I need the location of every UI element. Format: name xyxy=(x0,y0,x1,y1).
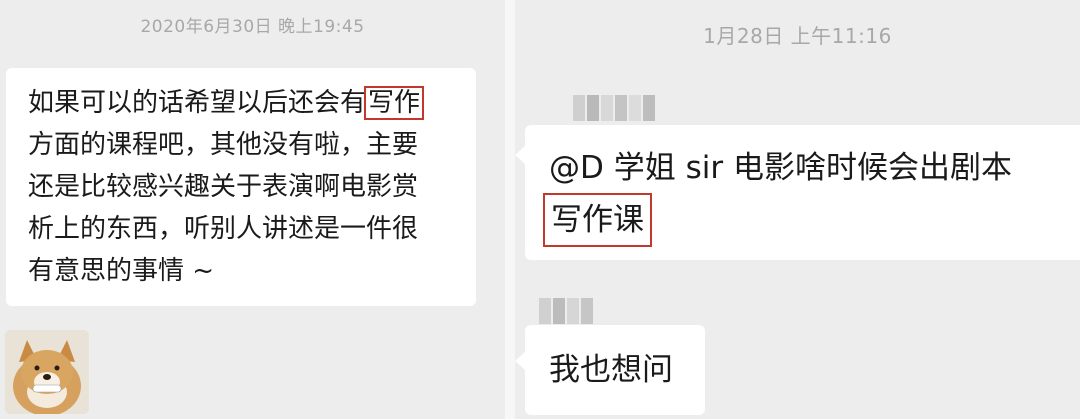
bubble-tail xyxy=(515,352,525,370)
left-message-bubble[interactable]: 如果可以的话希望以后还会有写作 方面的课程吧，其他没有啦，主要 还是比较感兴趣关… xyxy=(6,68,476,306)
right-message-bubble-1[interactable]: @D 学姐 sir 电影啥时候会出剧本 写作课 xyxy=(525,125,1080,260)
message-line-1: 如果可以的话希望以后还会有写作 xyxy=(28,82,476,124)
message-line-2: 方面的课程吧，其他没有啦，主要 xyxy=(28,130,419,160)
left-timestamp: 2020年6月30日 晚上19:45 xyxy=(140,17,365,37)
panel-divider xyxy=(505,0,515,419)
right-chat-panel: 1月28日 上午11:16 @D 学姐 sir 电影啥时候会出剧本 写作课 我也… xyxy=(515,0,1080,419)
left-chat-panel: 2020年6月30日 晚上19:45 如果可以的话希望以后还会有写作 方面的课程… xyxy=(0,0,505,419)
dog-avatar-icon[interactable] xyxy=(5,330,89,414)
message-line-4: 析上的东西，听别人讲述是一件很 xyxy=(28,214,419,244)
blurred-sender-name-2 xyxy=(539,298,593,324)
highlight-box-writing-class: 写作课 xyxy=(543,193,652,247)
right-message-bubble-2[interactable]: 我也想问 xyxy=(525,325,705,415)
message-line-3: 还是比较感兴趣关于表演啊电影赏 xyxy=(28,172,419,202)
message-line-5: 有意思的事情 ~ xyxy=(28,256,215,286)
blurred-sender-name-1 xyxy=(573,95,655,121)
message-line-1: @D 学姐 sir 电影啥时候会出剧本 xyxy=(549,150,1012,186)
message-line-2: 写作课 xyxy=(543,193,1080,247)
right-timestamp: 1月28日 上午11:16 xyxy=(703,24,892,48)
highlight-box-writing: 写作 xyxy=(364,86,425,120)
bubble-tail xyxy=(515,146,525,164)
